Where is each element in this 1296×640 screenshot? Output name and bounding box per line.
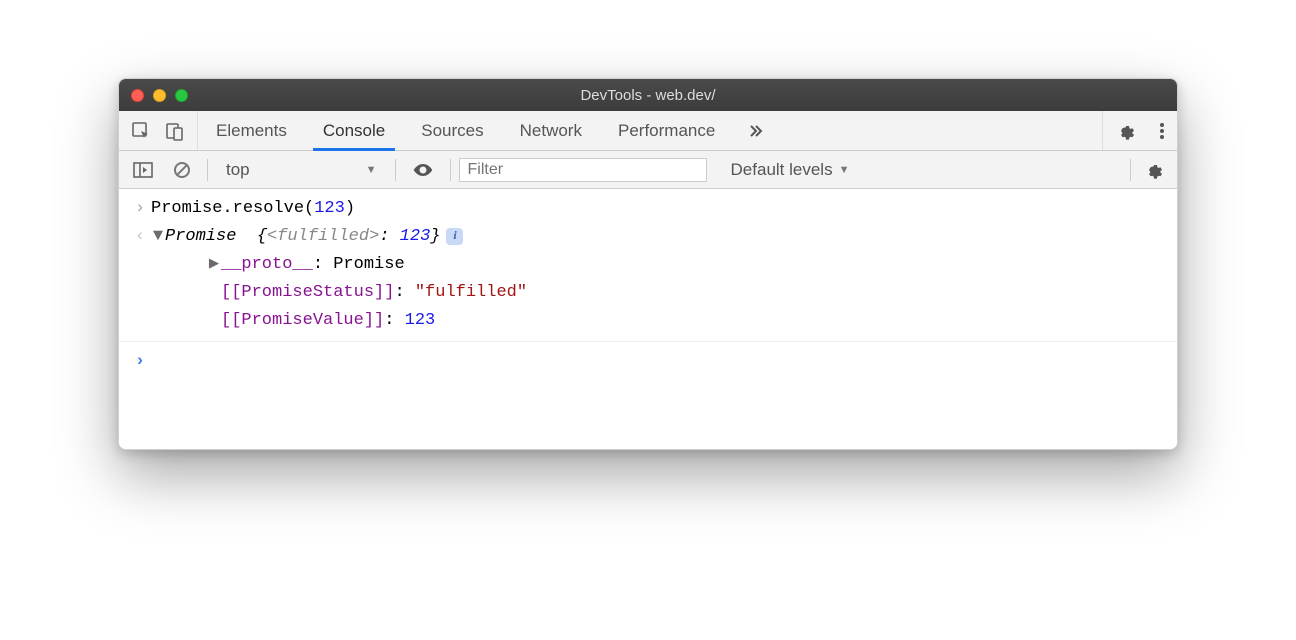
divider [450,159,451,181]
tab-console[interactable]: Console [305,111,403,150]
execution-context-select[interactable]: top ▼ [216,157,387,183]
window-minimize-button[interactable] [153,89,166,102]
property-value: "fulfilled" [415,283,527,302]
disclosure-triangle-open-icon[interactable]: ▼ [151,223,165,251]
console-settings-button[interactable] [1135,160,1171,180]
kebab-icon [1159,121,1165,141]
traffic-lights [131,89,188,102]
object-property-row[interactable]: ▶__proto__: Promise [119,251,1177,279]
log-levels-select[interactable]: Default levels ▼ [721,160,860,180]
toggle-sidebar-button[interactable] [125,162,161,178]
object-property-row[interactable]: [[PromiseValue]]: 123 [119,307,1177,335]
window-close-button[interactable] [131,89,144,102]
devtools-window: DevTools - web.dev/ ElementsConsoleSourc… [118,78,1178,450]
property-key: [[PromiseStatus]] [221,283,394,302]
ban-icon [173,161,191,179]
caret-down-icon: ▼ [366,164,377,176]
property-key: __proto__ [221,255,313,274]
divider [207,159,208,181]
filter-field[interactable] [459,158,707,182]
gear-icon [1115,121,1135,141]
input-expression[interactable]: Promise.resolve(123) [151,195,355,223]
console-result-row: ‹ ▼Promise {<fulfilled>: 123} i [119,223,1177,251]
tab-elements[interactable]: Elements [198,111,305,150]
console-output: › Promise.resolve(123) ‹ ▼Promise {<fulf… [119,189,1177,449]
inspect-element-icon[interactable] [131,121,151,141]
object-property-row[interactable]: [[PromiseStatus]]: "fulfilled" [119,279,1177,307]
console-toolbar: top ▼ Default levels ▼ [119,151,1177,189]
chevron-double-right-icon [747,122,765,140]
disclosure-triangle-closed-icon[interactable]: ▶ [207,251,221,279]
console-prompt-row[interactable]: › [119,341,1177,376]
output-marker-icon: ‹ [129,223,151,251]
live-expression-button[interactable] [404,162,442,178]
tab-performance[interactable]: Performance [600,111,733,150]
tab-sources[interactable]: Sources [403,111,501,150]
settings-button[interactable] [1103,121,1147,141]
input-marker-icon: › [129,195,151,223]
device-toolbar-icon[interactable] [165,121,185,141]
property-value: Promise [333,255,404,274]
divider [395,159,396,181]
info-badge-icon[interactable]: i [446,228,463,245]
prompt-caret-icon: › [129,348,151,376]
tab-network[interactable]: Network [502,111,600,150]
console-input-echo: › Promise.resolve(123) [119,195,1177,223]
inspect-group [119,111,198,150]
kebab-menu-button[interactable] [1147,121,1177,141]
clear-console-button[interactable] [165,161,199,179]
context-label: top [226,160,250,180]
console-input[interactable] [151,348,1167,376]
titlebar: DevTools - web.dev/ [119,79,1177,111]
eye-icon [412,162,434,178]
caret-down-icon: ▼ [839,164,850,176]
window-zoom-button[interactable] [175,89,188,102]
filter-input[interactable] [460,159,706,181]
levels-label: Default levels [731,160,833,180]
property-key: [[PromiseValue]] [221,311,384,330]
window-title: DevTools - web.dev/ [119,87,1177,104]
divider [1130,159,1131,181]
gear-icon [1143,160,1163,180]
object-preview[interactable]: ▼Promise {<fulfilled>: 123} i [151,223,463,251]
property-value: 123 [405,311,436,330]
more-tabs-button[interactable] [733,111,779,150]
tab-strip: ElementsConsoleSourcesNetworkPerformance [119,111,1177,151]
